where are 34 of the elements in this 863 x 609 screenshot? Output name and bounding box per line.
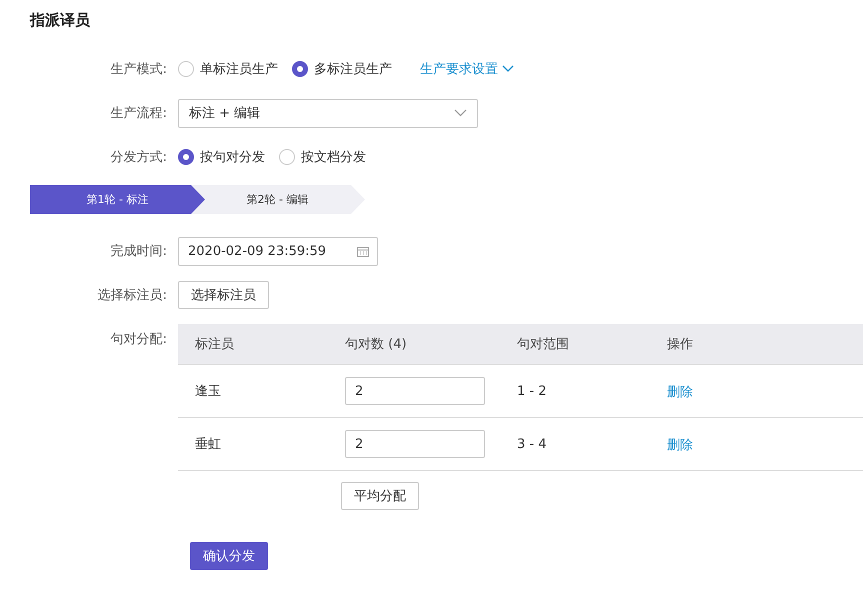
annotator-name: 垂虹 — [195, 436, 222, 453]
delete-link[interactable]: 删除 — [667, 438, 693, 453]
average-button[interactable]: 平均分配 — [341, 482, 419, 510]
count-input[interactable]: 2 — [345, 430, 485, 458]
range-cell-text: 1 - 2 — [517, 384, 548, 398]
step-tab[interactable]: 第1轮 - 标注 — [30, 185, 205, 214]
field-label: 生产模式: — [110, 61, 168, 78]
radio-option[interactable]: 多标注员生产 — [292, 60, 392, 78]
column-header: 标注员 — [195, 336, 235, 353]
radio-option[interactable]: 单标注员生产 — [178, 60, 278, 78]
date-field[interactable]: 2020-02-09 23:59:59 — [178, 236, 378, 266]
column-header: 句对范围 — [517, 336, 570, 353]
chevron-down-icon — [502, 65, 514, 73]
settings-link[interactable]: 生产要求设置 — [420, 60, 514, 78]
step-tab[interactable]: 第2轮 - 编辑 — [190, 185, 365, 214]
field-label: 选择标注员: — [96, 287, 168, 304]
select-annotators-button[interactable]: 选择标注员 — [178, 281, 269, 309]
radio-option[interactable]: 按文档分发 — [279, 148, 366, 166]
column-header: 句对数 (4) — [345, 336, 408, 353]
flow-select[interactable]: 标注 + 编辑 — [178, 98, 478, 128]
column-header: 操作 — [667, 336, 694, 353]
count-input[interactable]: 2 — [345, 377, 485, 405]
radio-option[interactable]: 按句对分发 — [178, 148, 265, 166]
calendar-icon — [357, 246, 369, 256]
field-label: 完成时间: — [110, 243, 168, 260]
field-label: 分发方式: — [110, 149, 168, 166]
chevron-down-icon — [454, 109, 467, 117]
confirm-button[interactable]: 确认分发 — [190, 542, 268, 570]
range-cell-text: 3 - 4 — [517, 436, 548, 452]
annotator-name: 逢玉 — [195, 383, 222, 400]
delete-link[interactable]: 删除 — [667, 385, 693, 400]
field-label: 句对分配: — [110, 331, 168, 348]
field-label: 生产流程: — [110, 105, 168, 122]
page-title: 指派译员 — [30, 10, 91, 30]
